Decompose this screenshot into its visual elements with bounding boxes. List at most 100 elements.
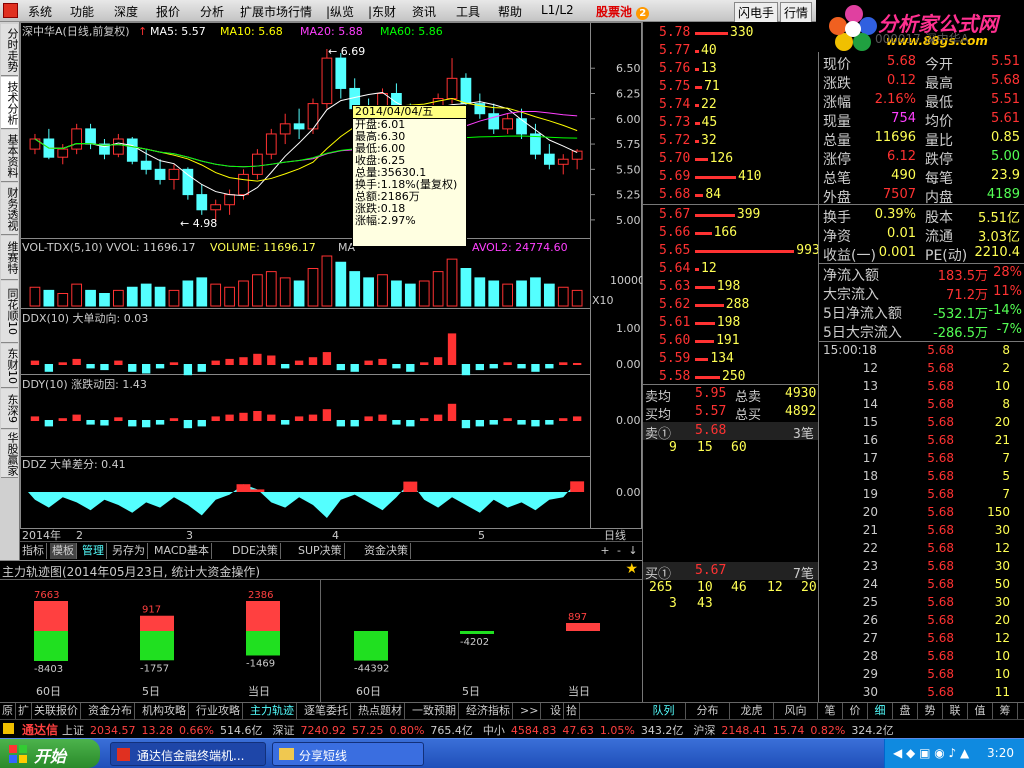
side-tab-1[interactable]: 技术分析 — [1, 77, 18, 129]
bids-row[interactable]: 5.64 12 — [643, 260, 819, 278]
menu-item-3[interactable]: 报价 — [156, 3, 180, 20]
bids-row[interactable]: 5.61 198 — [643, 314, 819, 332]
menu-item-10[interactable]: 帮助 — [498, 3, 522, 20]
detail-tab-7[interactable]: 筹 — [993, 703, 1018, 719]
ddy-bar — [392, 420, 401, 425]
bids-row[interactable]: 5.66 166 — [643, 224, 819, 242]
tray-icons[interactable]: ◀ ◆ ▣ ◉ ♪ ▲ — [893, 746, 969, 760]
function-tab-8[interactable]: 热点题材 — [356, 703, 405, 719]
ddx-bar — [406, 364, 415, 372]
menu-item-5[interactable]: 扩展市场行情 — [240, 3, 312, 20]
windows-logo-icon — [9, 745, 27, 763]
star-icon[interactable]: ★ — [625, 561, 638, 577]
side-tab-5[interactable]: 同花顺10 — [1, 281, 18, 343]
asks-row[interactable]: 5.73 45 — [643, 114, 819, 132]
bids-row[interactable]: 5.67 399 — [643, 206, 819, 224]
detail-tab-0[interactable]: 笔 — [818, 703, 843, 719]
function-tab-1[interactable]: 扩 — [16, 703, 32, 719]
detail-tab-2[interactable]: 细 — [868, 703, 893, 719]
asks-row[interactable]: 5.77 40 — [643, 42, 819, 60]
indicator-tab-3[interactable]: 另存为 — [110, 543, 148, 559]
menu-item-4[interactable]: 分析 — [200, 3, 224, 20]
asks-row[interactable]: 5.76 13 — [643, 60, 819, 78]
queue-tab-0[interactable]: 队列 — [642, 703, 686, 719]
price-tick: 6.00 — [616, 113, 641, 126]
function-tab-12[interactable]: 设 — [548, 703, 564, 719]
task-tdx[interactable]: 通达信金融终端机... — [110, 742, 266, 766]
asks-volume-bar — [695, 32, 728, 35]
indicator-tab-5[interactable]: DDE决策 — [230, 543, 281, 559]
function-tab-4[interactable]: 机构攻略 — [140, 703, 189, 719]
detail-tab-1[interactable]: 价 — [843, 703, 868, 719]
menu-item-6[interactable]: |纵览 — [326, 3, 354, 20]
function-tab-10[interactable]: 经济指标 — [464, 703, 513, 719]
bids-row[interactable]: 5.60 191 — [643, 332, 819, 350]
volume-bar — [210, 283, 222, 307]
menu-item-11[interactable]: L1/L2 — [541, 3, 574, 17]
side-tab-0[interactable]: 分时走势 — [1, 24, 18, 76]
indicator-tab-1[interactable]: 模板 — [50, 543, 77, 559]
indicator-tab-2[interactable]: 管理 — [80, 543, 107, 559]
start-button[interactable]: 开始 — [0, 739, 100, 768]
side-tab-3[interactable]: 财务透视 — [1, 183, 18, 235]
function-tab-11[interactable]: >> — [518, 703, 542, 719]
function-tab-3[interactable]: 资金分布 — [86, 703, 135, 719]
menu-item-0[interactable]: 系统 — [28, 3, 52, 20]
indicator-tab-0[interactable]: 指标 — [20, 543, 47, 559]
function-tab-0[interactable]: 原 — [0, 703, 16, 719]
asks-row[interactable]: 5.70 126 — [643, 150, 819, 168]
side-tab-2[interactable]: 基本资料 — [1, 130, 18, 182]
indicator-ctrl-0[interactable]: + — [598, 544, 612, 557]
function-tab-7[interactable]: 逐笔委托 — [302, 703, 351, 719]
detail-tab-5[interactable]: 联 — [943, 703, 968, 719]
index-sh_a: 514.6亿 — [219, 724, 263, 737]
app-icon[interactable] — [3, 3, 18, 18]
side-tab-4[interactable]: 维赛特 — [1, 236, 18, 280]
menu-item-9[interactable]: 工具 — [456, 3, 480, 20]
task-share[interactable]: 分享短线 — [272, 742, 424, 766]
queue-tab-2[interactable]: 龙虎 — [730, 703, 774, 719]
asks-row[interactable]: 5.72 32 — [643, 132, 819, 150]
side-tab-7[interactable]: 东深9 — [1, 389, 18, 429]
asks-row[interactable]: 5.74 22 — [643, 96, 819, 114]
buy1-price: 5.67 — [695, 563, 727, 578]
menu-item-1[interactable]: 功能 — [70, 3, 94, 20]
flash-button[interactable]: 闪电手 — [734, 2, 779, 23]
stock-pool-menu[interactable]: 股票池 2 — [596, 3, 650, 20]
candle-body — [307, 103, 319, 130]
menu-item-8[interactable]: 资讯 — [412, 3, 436, 20]
queue-tab-1[interactable]: 分布 — [686, 703, 730, 719]
bids-row[interactable]: 5.63 198 — [643, 278, 819, 296]
side-tab-8[interactable]: 华股赢家 — [1, 430, 18, 478]
asks-row[interactable]: 5.75 71 — [643, 78, 819, 96]
indicator-ctrl-2[interactable]: ↓ — [626, 544, 640, 557]
function-tab-13[interactable]: 拾 — [564, 703, 580, 719]
chart-title: 深中华A(日线,前复权) — [22, 24, 130, 38]
asks-row[interactable]: 5.78 330 — [643, 24, 819, 42]
volume-bar — [335, 261, 347, 307]
quote-button[interactable]: 行情 — [780, 2, 813, 23]
queue-tab-3[interactable]: 风向 — [774, 703, 818, 719]
bids-row[interactable]: 5.65 993 — [643, 242, 820, 260]
side-tab-6[interactable]: 东财10 — [1, 344, 18, 388]
function-tab-5[interactable]: 行业攻略 — [194, 703, 243, 719]
menu-item-7[interactable]: |东财 — [368, 3, 396, 20]
indicator-tab-4[interactable]: MACD基本 — [152, 543, 212, 559]
bids-row[interactable]: 5.62 288 — [643, 296, 819, 314]
asks-volume-bar — [695, 50, 699, 53]
asks-row[interactable]: 5.68 84 — [643, 186, 819, 204]
menu-item-2[interactable]: 深度 — [114, 3, 138, 20]
function-tab-6[interactable]: 主力轨迹 — [248, 703, 297, 719]
asks-row[interactable]: 5.69 410 — [643, 168, 819, 186]
detail-tab-4[interactable]: 势 — [918, 703, 943, 719]
indicator-ctrl-1[interactable]: - — [612, 544, 626, 557]
detail-tab-6[interactable]: 值 — [968, 703, 993, 719]
track-period-label: 60日 — [36, 685, 61, 698]
indicator-tab-7[interactable]: 资金决策 — [362, 543, 411, 559]
function-tab-2[interactable]: 关联报价 — [32, 703, 81, 719]
bids-row[interactable]: 5.59 134 — [643, 350, 819, 368]
indicator-tab-6[interactable]: SUP决策 — [296, 543, 345, 559]
kline-chart[interactable]: 深中华A(日线,前复权) ↑ MA5: 5.57 MA10: 5.68 MA20: 5.… — [20, 22, 642, 562]
function-tab-9[interactable]: 一致预期 — [410, 703, 459, 719]
detail-tab-3[interactable]: 盘 — [893, 703, 918, 719]
